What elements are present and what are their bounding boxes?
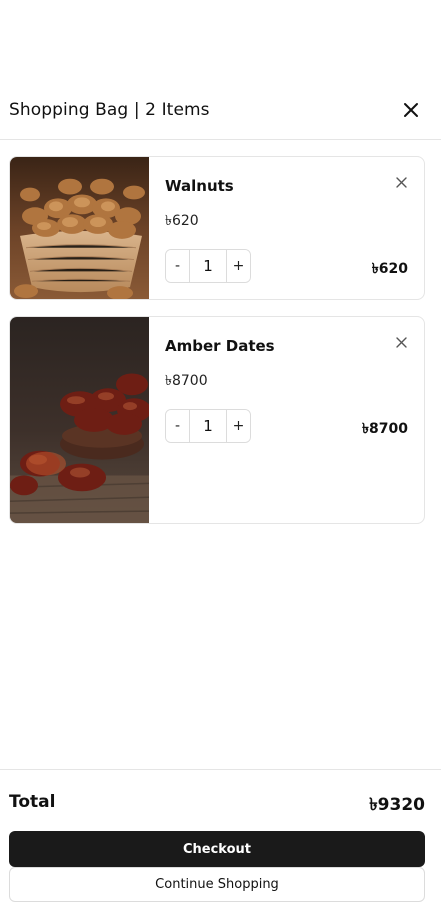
decrement-button[interactable]: - [166, 410, 189, 442]
item-name: Walnuts [165, 177, 234, 195]
item-unit-price: ৳8700 [165, 373, 208, 389]
item-line-total: ৳8700 [362, 421, 408, 437]
total-value: ৳9320 [369, 795, 425, 815]
increment-button[interactable]: + [227, 250, 250, 282]
cart-footer: Total ৳9320 Checkout Continue Shopping [0, 769, 441, 915]
remove-item-button[interactable] [393, 174, 409, 190]
cart-item-card: Walnuts ৳620 - 1 + ৳620 [9, 156, 425, 300]
close-icon [395, 336, 407, 348]
close-icon [395, 176, 407, 188]
quantity-value: 1 [189, 410, 227, 442]
item-unit-price: ৳620 [165, 213, 199, 229]
cart-header: Shopping Bag | 2 Items [0, 80, 441, 140]
quantity-value: 1 [189, 250, 227, 282]
total-label: Total [9, 792, 56, 812]
cart-title: Shopping Bag | 2 Items [9, 100, 210, 120]
walnuts-image [10, 157, 149, 299]
decrement-button[interactable]: - [166, 250, 189, 282]
quantity-stepper: - 1 + [165, 409, 251, 443]
dates-image [10, 317, 149, 523]
item-line-total: ৳620 [371, 261, 408, 277]
cart-item-card: Amber Dates ৳8700 - 1 + ৳8700 [9, 316, 425, 524]
continue-shopping-button[interactable]: Continue Shopping [9, 867, 425, 902]
quantity-stepper: - 1 + [165, 249, 251, 283]
remove-item-button[interactable] [393, 334, 409, 350]
checkout-button[interactable]: Checkout [9, 831, 425, 867]
close-icon [404, 103, 418, 117]
increment-button[interactable]: + [227, 410, 250, 442]
item-name: Amber Dates [165, 337, 275, 355]
close-cart-button[interactable] [399, 98, 423, 122]
